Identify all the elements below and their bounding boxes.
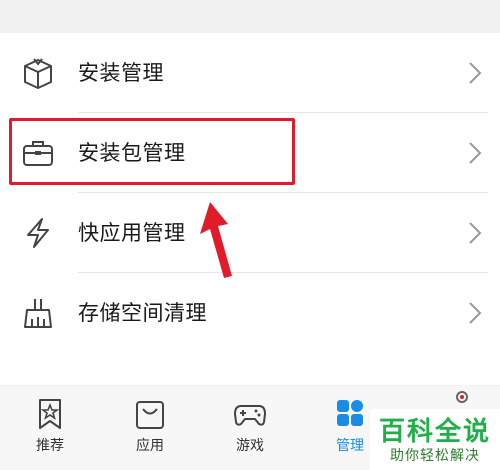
tab-label: 应用 <box>136 438 164 454</box>
watermark-subtitle: 助你轻松解决 <box>390 448 480 464</box>
watermark-title: 百科全说 <box>378 417 491 447</box>
lightning-icon <box>27 218 49 248</box>
tab-label: 推荐 <box>36 438 64 454</box>
shopping-bag-icon <box>136 401 164 429</box>
chevron-right-icon <box>469 142 482 164</box>
menu-item-label: 快应用管理 <box>78 221 186 245</box>
menu-item-storage-cleanup[interactable]: 存储空间清理 <box>0 273 500 353</box>
red-arrow-icon <box>200 202 232 278</box>
tab-games[interactable]: 游戏 <box>200 386 300 470</box>
menu-item-install-management[interactable]: 安装管理 <box>0 33 500 113</box>
watermark: 百科全说 助你轻松解决 <box>370 409 500 470</box>
menu-item-label: 存储空间清理 <box>78 301 207 325</box>
gamepad-icon <box>234 405 266 426</box>
chevron-right-icon <box>469 62 482 84</box>
chevron-right-icon <box>469 222 482 244</box>
tab-recommend[interactable]: 推荐 <box>0 386 100 470</box>
broom-icon <box>24 299 52 328</box>
notification-dot-icon <box>456 391 468 403</box>
tab-label: 游戏 <box>236 438 264 454</box>
package-box-icon <box>24 58 52 89</box>
tab-apps[interactable]: 应用 <box>100 386 200 470</box>
grid-apps-icon <box>337 400 363 426</box>
chevron-right-icon <box>469 302 482 324</box>
bookmark-star-icon <box>39 399 61 429</box>
highlight-box <box>9 118 295 185</box>
menu-item-label: 安装管理 <box>78 61 164 85</box>
